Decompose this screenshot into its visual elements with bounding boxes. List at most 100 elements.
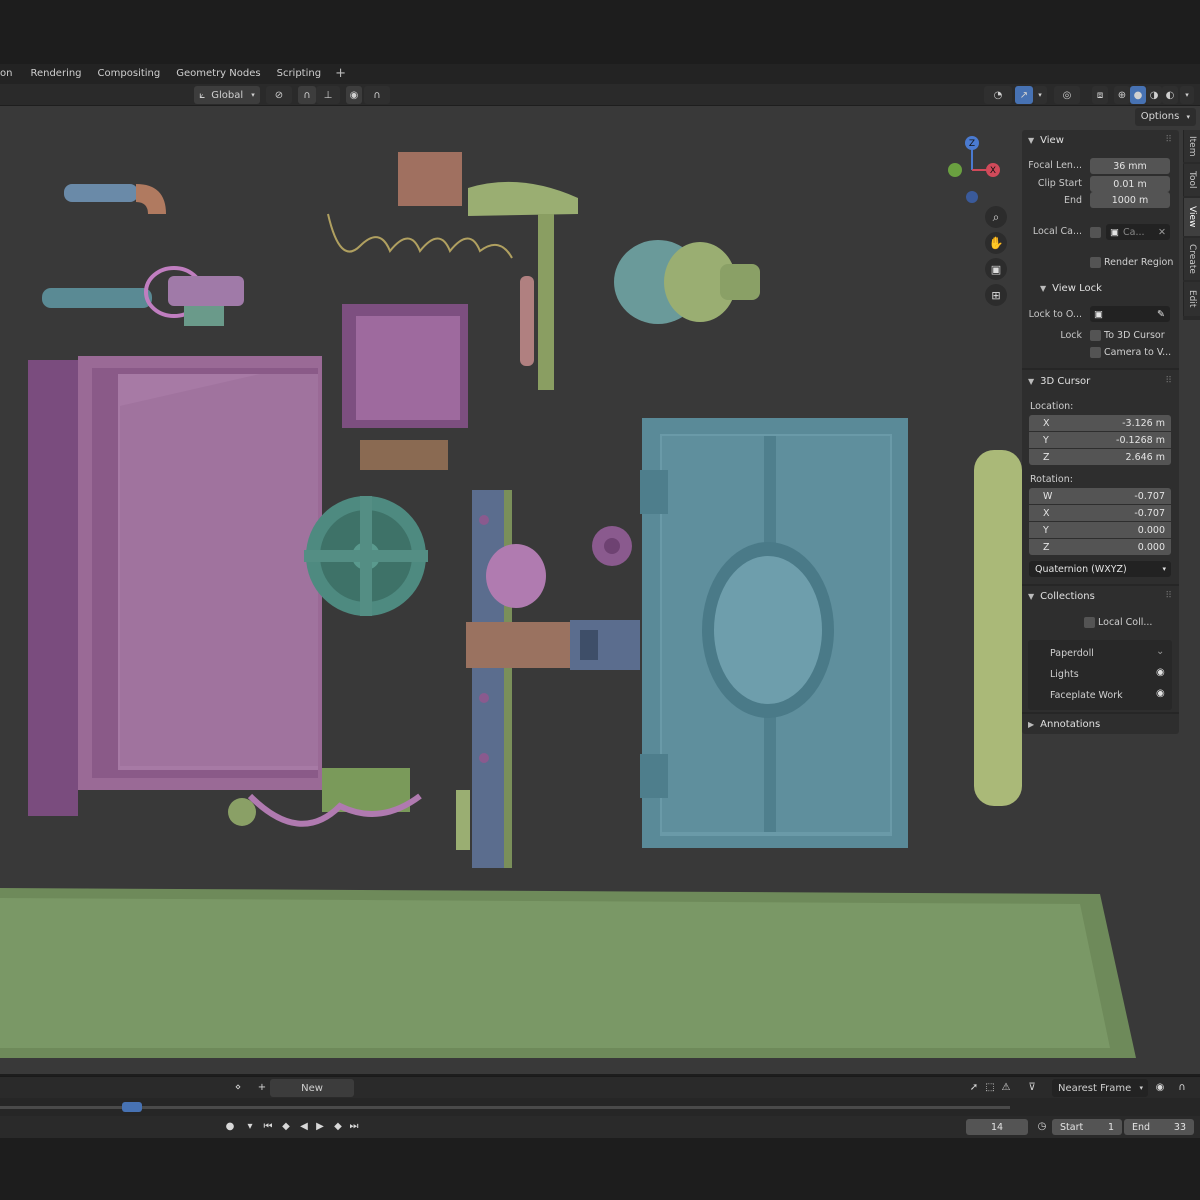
clip-end-field[interactable]: 1000 m xyxy=(1090,192,1170,208)
lock-to-object-field[interactable]: ▣ ✎ xyxy=(1090,306,1170,322)
brown-latch-block[interactable] xyxy=(466,620,640,670)
grid-ortho-icon[interactable]: ⊞ xyxy=(985,284,1007,306)
cursor-rotation-y[interactable]: Y 0.000 xyxy=(1029,522,1171,538)
3d-cursor-panel-header[interactable]: ▼ 3D Cursor ⠿ xyxy=(1022,371,1179,391)
teal-vault-door[interactable] xyxy=(640,418,908,848)
record-icon[interactable]: ● xyxy=(222,1118,238,1134)
hand-pan-icon[interactable]: ✋ xyxy=(985,232,1007,254)
purple-dome-button[interactable] xyxy=(486,544,546,608)
snap-target-dropdown[interactable]: ⊥ xyxy=(316,86,340,104)
shading-options-dropdown[interactable]: ▾ xyxy=(1180,86,1194,104)
tab-scripting[interactable]: Scripting xyxy=(269,64,329,84)
cursor-location-y[interactable]: Y -0.1268 m xyxy=(1029,432,1171,448)
jump-end-icon[interactable]: ⏭ xyxy=(346,1118,362,1134)
view-panel-header[interactable]: ▼ View ⠿ xyxy=(1022,130,1179,150)
snap-toggle[interactable]: ∩ xyxy=(298,86,316,104)
solid-shading-button[interactable]: ● xyxy=(1130,86,1146,104)
current-frame-indicator[interactable] xyxy=(122,1102,142,1112)
scene-objects[interactable] xyxy=(0,106,1200,1074)
tab-compositing[interactable]: Compositing xyxy=(90,64,169,84)
collection-item-faceplate-work[interactable]: Faceplate Work xyxy=(1050,690,1123,701)
clock-icon[interactable]: ◷ xyxy=(1034,1118,1050,1134)
drag-grip-icon[interactable]: ⠿ xyxy=(1165,135,1172,145)
brown-lamp[interactable] xyxy=(398,152,462,206)
box-select-icon[interactable]: ⬚ xyxy=(982,1079,998,1095)
jump-keyframe-back-icon[interactable]: ◆ xyxy=(278,1118,294,1134)
filter-icon[interactable]: ⊽ xyxy=(1018,1079,1046,1095)
small-green-gear[interactable] xyxy=(228,798,256,826)
add-icon[interactable]: + xyxy=(254,1079,270,1095)
options-dropdown[interactable]: Options ▾ xyxy=(1134,108,1196,126)
camera-to-view-checkbox[interactable] xyxy=(1090,347,1101,358)
eye-icon[interactable]: ◉ xyxy=(1156,688,1165,699)
rendered-shading-button[interactable]: ◐ xyxy=(1162,86,1178,104)
navigation-gizmo[interactable]: Z X xyxy=(940,134,1004,208)
lock-to-3d-cursor-checkbox[interactable] xyxy=(1090,330,1101,341)
snap-mode-dropdown[interactable]: Nearest Frame ▾ xyxy=(1052,1079,1148,1097)
timeline-track[interactable] xyxy=(0,1106,1010,1109)
gizmo-neg-y-axis[interactable] xyxy=(948,163,962,177)
green-clamp[interactable] xyxy=(456,790,470,850)
tab-view[interactable]: View xyxy=(1183,198,1200,236)
eyedropper-icon[interactable]: ✎ xyxy=(1157,309,1165,320)
pink-rod[interactable] xyxy=(520,276,534,366)
wire-spring[interactable] xyxy=(327,213,513,259)
jump-keyframe-forward-icon[interactable]: ◆ xyxy=(330,1118,346,1134)
purple-panel-box[interactable] xyxy=(342,304,468,428)
clip-start-field[interactable]: 0.01 m xyxy=(1090,176,1170,192)
warning-icon[interactable]: ⚠ xyxy=(998,1079,1014,1095)
start-frame-field[interactable]: Start 1 xyxy=(1052,1119,1122,1135)
drag-grip-icon[interactable]: ⠿ xyxy=(1165,591,1172,601)
jump-start-icon[interactable]: ⏮ xyxy=(260,1118,276,1134)
overlays-toggle[interactable]: ◎ xyxy=(1054,86,1080,104)
zoom-icon[interactable]: ⌕ xyxy=(985,206,1007,228)
eye-icon[interactable]: ◉ xyxy=(1156,667,1165,678)
keying-set-icon[interactable]: ⋄ xyxy=(228,1079,248,1095)
teal-knob[interactable] xyxy=(614,240,760,324)
tab-tool[interactable]: Tool xyxy=(1183,164,1200,196)
blue-pipe[interactable] xyxy=(64,184,166,214)
teal-gear[interactable] xyxy=(304,496,428,616)
record-options-icon[interactable]: ▾ xyxy=(242,1118,258,1134)
xray-toggle[interactable]: ⧈ xyxy=(1092,86,1108,104)
gizmo-neg-z-axis[interactable] xyxy=(966,191,978,203)
rotation-mode-dropdown[interactable]: Quaternion (WXYZ) ▾ xyxy=(1029,561,1171,577)
camera-icon[interactable]: ▣ xyxy=(985,258,1007,280)
cursor-rotation-z[interactable]: Z 0.000 xyxy=(1029,539,1171,555)
cursor-rotation-x[interactable]: X -0.707 xyxy=(1029,505,1171,521)
tab-item[interactable]: Item xyxy=(1183,130,1200,162)
cursor-location-x[interactable]: X -3.126 m xyxy=(1029,415,1171,431)
tab-create[interactable]: Create xyxy=(1183,238,1200,280)
falloff-curve-icon[interactable]: ∩ xyxy=(1170,1079,1194,1095)
close-icon[interactable]: ✕ xyxy=(1158,227,1166,238)
brown-block[interactable] xyxy=(360,440,448,470)
annotations-panel-header[interactable]: ▶ Annotations xyxy=(1022,714,1179,734)
collections-panel-header[interactable]: ▼ Collections ⠿ xyxy=(1022,586,1179,606)
local-camera-checkbox[interactable] xyxy=(1090,227,1101,238)
wireframe-shading-button[interactable]: ⊕ xyxy=(1114,86,1130,104)
green-trim-panel[interactable] xyxy=(0,888,1136,1058)
teal-key-handle[interactable] xyxy=(42,266,244,326)
gizmo-dropdown[interactable]: ▾ xyxy=(1033,86,1047,104)
3d-viewport[interactable]: Options ▾ Z X ⌕ ✋ ▣ ⊞ xyxy=(0,106,1200,1074)
tab-rendering[interactable]: Rendering xyxy=(20,64,89,84)
visibility-dropdown[interactable]: ◔ xyxy=(984,86,1012,104)
purple-door-frame[interactable] xyxy=(28,356,322,816)
transform-orientation-dropdown[interactable]: ⟀ Global ▾ xyxy=(194,86,260,104)
collection-item-lights[interactable]: Lights xyxy=(1050,669,1079,680)
tab-animation[interactable]: on xyxy=(0,64,20,84)
focal-length-field[interactable]: 36 mm xyxy=(1090,158,1170,174)
play-reverse-icon[interactable]: ◀ xyxy=(296,1118,312,1134)
proportional-icon[interactable]: ◉ xyxy=(1152,1079,1168,1095)
collapse-arrow-icon[interactable]: ⌄ xyxy=(1156,646,1164,657)
end-frame-field[interactable]: End 33 xyxy=(1124,1119,1194,1135)
timeline-scrubber[interactable] xyxy=(0,1098,1200,1116)
pivot-point-dropdown[interactable]: ⊘ xyxy=(266,86,292,104)
proportional-edit-toggle[interactable]: ◉ xyxy=(346,86,362,104)
material-shading-button[interactable]: ◑ xyxy=(1146,86,1162,104)
local-camera-field[interactable]: ▣ Ca... ✕ xyxy=(1106,224,1170,240)
local-collections-checkbox[interactable] xyxy=(1084,617,1095,628)
play-icon[interactable]: ▶ xyxy=(312,1118,328,1134)
cursor-rotation-w[interactable]: W -0.707 xyxy=(1029,488,1171,504)
show-gizmo-toggle[interactable]: ↗ xyxy=(1015,86,1033,104)
